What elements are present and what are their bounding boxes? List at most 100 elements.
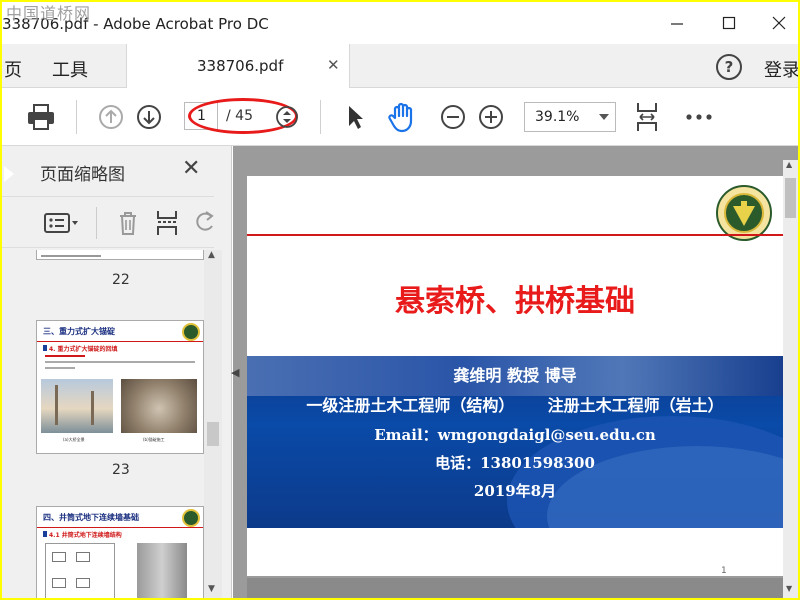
bridge-photo [41,379,113,433]
bridge-tower [91,391,94,425]
collapse-panel-icon[interactable]: ◀ [231,366,239,379]
tab-tools[interactable]: 工具 [52,56,88,82]
qualification-right: 注册土木工程师（岩土） [547,396,724,415]
author-banner: 龚维明 教授 博导 一级注册土木工程师（结构） 注册土木工程师（岩土） Emai… [247,356,783,528]
panel-toolbar [2,196,214,248]
contact-email: Email：wmgongdaigl@seu.edu.cn [374,426,656,444]
thumbnail-heading: 四、井筒式地下连续墙基础 [43,513,139,522]
close-icon [772,16,786,30]
title-rule [247,234,783,236]
title-bar: 338706.pdf - Adobe Acrobat Pro DC 中国道桥网 [2,2,798,44]
page-extract-icon [157,211,177,235]
thumbnail-scrollbar[interactable]: ▲ ▼ [204,250,222,598]
panel-close-icon[interactable]: ✕ [182,156,200,181]
thumbnail-heading: 三、重力式扩大锚碇 [43,327,115,336]
page-up-icon [99,105,123,129]
close-window-button[interactable] [764,10,794,36]
hand-icon [388,102,413,133]
toolbar: 1 / 45 39.1% [2,88,798,146]
thumbnail-caption: (b)锚碇施工 [143,437,165,442]
thumbnails-panel: 页面缩略图 ✕ 22 三、重力式扩大锚碇 4. 重力式扩大锚碇的回填 (a)大桥… [2,146,232,598]
zoom-out-button[interactable] [438,102,468,132]
thumbnail-subheading: 4.1 井筒式地下连续墙结构 [49,532,122,539]
thumbnail-options-button[interactable] [42,209,82,237]
options-list-icon [44,213,78,233]
wall-section-diagram [137,543,187,598]
hand-tool-button[interactable] [386,100,420,134]
tab-document[interactable]: 338706.pdf ✕ [126,44,350,88]
document-scrollbar[interactable]: ▲ ▼ [783,160,798,598]
scroll-up-icon[interactable]: ▲ [786,160,792,169]
bridge-tower [55,385,58,425]
trash-icon [120,212,136,235]
next-page-edge [247,578,783,598]
minimize-button[interactable] [662,10,692,36]
select-arrow-icon [349,106,363,129]
page-number: 1 [721,566,727,576]
university-logo [182,323,200,341]
thumbnail-rule [37,341,203,342]
page-stepper-button[interactable] [274,104,300,130]
page-down-button[interactable] [134,102,164,132]
author-name: 龚维明 教授 博导 [453,366,577,385]
thumbnail-caption: (a)大桥全景 [63,437,85,442]
thumbnail-text-line [45,355,85,357]
zoom-out-icon [441,105,465,129]
extract-page-button[interactable] [154,207,182,239]
print-icon [28,104,54,130]
fit-page-icon [637,103,657,131]
zoom-select[interactable]: 39.1% [524,102,616,132]
maximize-button[interactable] [714,10,744,36]
tab-home[interactable]: 页 [4,56,22,82]
diagram-shape [52,552,66,562]
thumbnail-text-line [45,361,195,363]
diagram-shape [76,578,90,588]
acrobat-window: 338706.pdf - Adobe Acrobat Pro DC 中国道桥网 … [2,2,798,598]
scroll-up-icon[interactable]: ▲ [208,250,215,260]
thumbnail-subheading: 4. 重力式扩大锚碇的回填 [49,346,118,353]
maximize-icon [722,16,736,30]
document-view[interactable]: ◀ 悬索桥、拱桥基础 龚维明 教授 博导 一级注册土木工程师（结构） 注册土木工… [231,146,798,598]
panel-title: 页面缩略图 [40,165,125,185]
more-icon [686,114,712,120]
slide-title: 悬索桥、拱桥基础 [395,284,635,319]
tab-document-label: 338706.pdf [197,57,284,75]
login-link[interactable]: 登录 [764,56,798,82]
tab-bar: 页 工具 338706.pdf ✕ ? 登录 [2,44,798,88]
thumbnail-page-number: 22 [112,272,130,288]
diagram-shape [76,552,90,562]
contact-phone: 电话：13801598300 [435,454,595,472]
rotate-page-button[interactable] [192,209,216,237]
panel-divider [96,207,97,239]
panel-pointer [4,166,14,182]
page-thumbnail[interactable] [36,250,204,260]
presentation-date: 2019年8月 [473,482,557,500]
print-button[interactable] [24,100,58,134]
zoom-in-icon [479,105,503,129]
delete-page-button[interactable] [114,207,142,239]
page-thumbnail[interactable]: 四、井筒式地下连续墙基础 4.1 井筒式地下连续墙结构 [36,506,204,598]
qualifications: 一级注册土木工程师（结构） 注册土木工程师（岩土） [247,392,783,416]
thumbnail-text-line [45,367,75,369]
scrollbar-thumb[interactable] [785,178,796,218]
page-thumbnail[interactable]: 三、重力式扩大锚碇 4. 重力式扩大锚碇的回填 (a)大桥全景 (b)锚碇施工 [36,320,204,454]
more-tools-button[interactable] [682,104,716,130]
select-tool-button[interactable] [342,102,368,132]
rotate-icon [196,211,214,231]
zoom-in-button[interactable] [476,102,506,132]
chevron-down-icon [599,114,609,120]
thumbnail-content [41,255,101,257]
tab-close-icon[interactable]: ✕ [327,56,340,74]
thumbnail-bullet [43,345,47,351]
watermark: 中国道桥网 [6,4,92,23]
fit-page-button[interactable] [632,100,662,134]
diagram-shape [52,578,66,588]
scrollbar-thumb[interactable] [207,422,219,446]
thumbnail-rule [37,527,203,528]
zoom-value: 39.1% [535,109,580,125]
page-up-button[interactable] [96,102,126,132]
toolbar-divider [320,100,321,134]
scroll-down-icon[interactable]: ▼ [208,584,215,594]
scroll-down-icon[interactable]: ▼ [786,584,792,593]
help-icon[interactable]: ? [716,54,742,80]
